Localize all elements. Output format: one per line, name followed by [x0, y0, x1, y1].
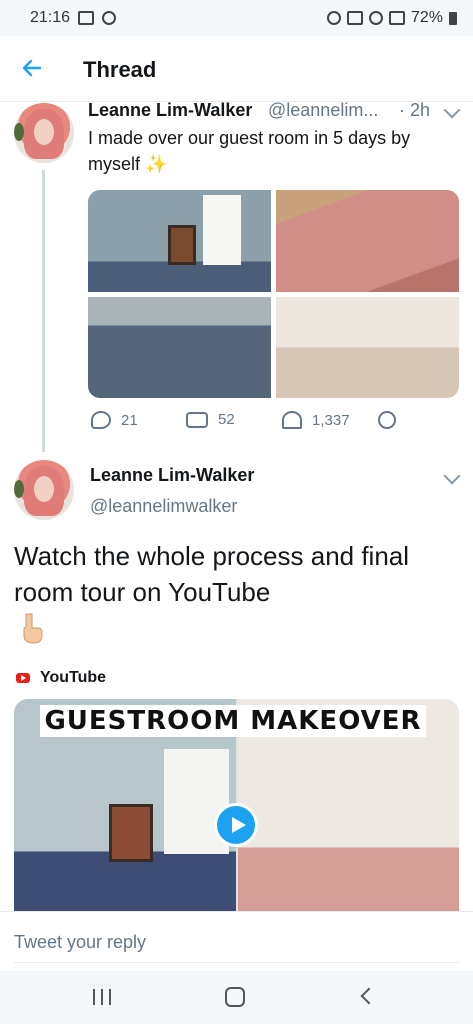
avatar-face: [34, 119, 54, 145]
tweet-author-name[interactable]: Leanne Lim-Walker: [88, 100, 252, 121]
wardrobe: [203, 195, 241, 265]
recent-apps-icon[interactable]: [93, 989, 111, 1005]
system-nav-bar: [0, 971, 473, 1024]
mute-icon: [346, 11, 363, 25]
reply-icon: [91, 411, 111, 429]
battery-icon: [449, 11, 457, 25]
tweet-actions: 21 52 1,337: [88, 411, 408, 435]
status-time: 21:16: [30, 9, 71, 26]
photo-4[interactable]: [276, 297, 459, 398]
video-card[interactable]: GUESTROOM MAKEOVER: [14, 699, 459, 911]
fireplace: [109, 804, 153, 862]
alarm-icon: [326, 11, 341, 25]
gallery-icon: [78, 11, 95, 25]
avatar[interactable]: [14, 103, 74, 163]
share-icon: [378, 411, 396, 429]
tweet-timestamp[interactable]: · 2h: [399, 100, 430, 121]
like-button[interactable]: 1,337: [282, 411, 350, 429]
instagram-icon: [102, 11, 117, 25]
fireplace: [168, 225, 196, 265]
video-title: GUESTROOM MAKEOVER: [40, 705, 426, 737]
back-arrow-icon[interactable]: [20, 56, 44, 80]
link-source-label: YouTube: [40, 669, 107, 686]
tweet-photo-grid[interactable]: [88, 190, 459, 398]
tweet-text: Watch the whole process and final room t…: [14, 541, 410, 607]
wifi-icon: [368, 11, 383, 25]
link-source[interactable]: YouTube: [16, 669, 106, 687]
avatar-plant: [14, 123, 24, 141]
avatar-plant: [14, 480, 24, 498]
like-count: 1,337: [312, 411, 350, 429]
chevron-down-icon[interactable]: [443, 101, 461, 119]
reply-divider: [14, 962, 459, 963]
photo-3[interactable]: [88, 297, 271, 398]
avatar-face: [34, 476, 54, 502]
home-icon[interactable]: [225, 987, 245, 1007]
battery-percent: 72%: [410, 9, 443, 26]
youtube-icon: [16, 673, 30, 683]
tweet-author-handle[interactable]: @leannelim...: [268, 100, 398, 121]
page-title: Thread: [83, 57, 157, 82]
avatar[interactable]: [14, 460, 74, 520]
chevron-down-icon[interactable]: [443, 467, 461, 485]
retweet-icon: [186, 411, 208, 428]
system-back-icon[interactable]: [360, 987, 378, 1005]
retweet-count: 52: [218, 411, 235, 428]
play-icon[interactable]: [214, 803, 258, 847]
thread-line: [42, 170, 45, 452]
status-bar: 21:16 72%: [0, 0, 473, 36]
retweet-button[interactable]: 52: [186, 411, 235, 428]
signal-icon: [388, 11, 405, 25]
tweet-author-name[interactable]: Leanne Lim-Walker: [90, 465, 254, 486]
photo-2[interactable]: [276, 190, 459, 292]
photo-1[interactable]: [88, 190, 271, 292]
share-button[interactable]: [378, 411, 396, 429]
tweet-text: I made over our guest room in 5 days by …: [88, 128, 411, 174]
heart-icon: [282, 411, 302, 429]
app-header: Thread: [0, 36, 473, 102]
reply-input[interactable]: Tweet your reply: [14, 932, 146, 953]
reply-count: 21: [121, 411, 138, 429]
pointing-down-emoji: [23, 613, 43, 644]
tweet-author-handle[interactable]: @leannelimwalker: [90, 496, 237, 517]
reply-button[interactable]: 21: [91, 411, 138, 429]
